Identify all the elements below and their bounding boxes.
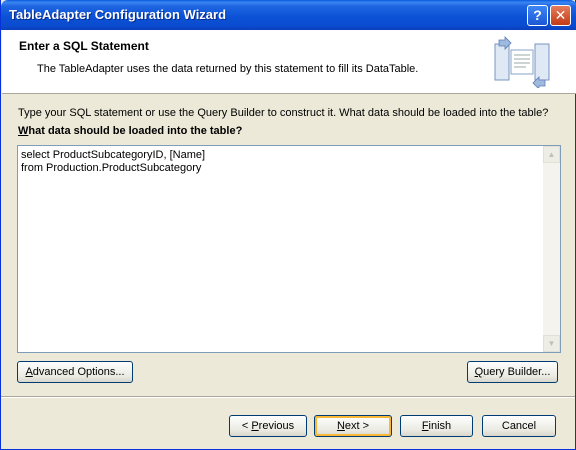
finish-label: inish [428, 420, 452, 432]
wizard-header: Enter a SQL Statement The TableAdapter u… [2, 30, 576, 94]
next-label: ext > [344, 420, 370, 432]
close-icon: ✕ [554, 7, 567, 23]
sql-prompt-accel: W [18, 125, 29, 137]
next-button[interactable]: Next > [314, 415, 392, 437]
window-title: TableAdapter Configuration Wizard [9, 7, 227, 22]
sql-statement-input[interactable]: select ProductSubcategoryID, [Name] from… [17, 145, 561, 353]
instruction-text: Type your SQL statement or use the Query… [18, 107, 549, 119]
close-button[interactable]: ✕ [550, 5, 571, 26]
finish-button[interactable]: Finish [400, 415, 473, 437]
previous-prefix: < [241, 420, 252, 432]
previous-accel: P [251, 420, 259, 432]
advanced-options-button[interactable]: Advanced Options... [17, 361, 133, 383]
sql-statement-text[interactable]: select ProductSubcategoryID, [Name] from… [21, 149, 540, 175]
sql-prompt-rest: hat data should be loaded into the table… [28, 125, 243, 137]
next-accel: N [336, 420, 345, 432]
advanced-options-label: dvanced Options... [32, 366, 125, 378]
vertical-scrollbar[interactable]: ▲ ▼ [543, 146, 560, 352]
page-title: Enter a SQL Statement [19, 39, 149, 53]
previous-button[interactable]: < Previous [229, 415, 307, 437]
advanced-options-accel: A [25, 366, 33, 378]
query-builder-accel: Q [474, 366, 484, 378]
cancel-button[interactable]: Cancel [482, 415, 556, 437]
wizard-database-icon [494, 36, 550, 88]
help-icon: ? [533, 7, 542, 23]
sql-prompt-label: What data should be loaded into the tabl… [18, 125, 242, 137]
scroll-down-arrow-icon[interactable]: ▼ [543, 335, 560, 352]
finish-accel: F [421, 420, 429, 432]
help-button[interactable]: ? [527, 5, 548, 26]
query-builder-label: uery Builder... [483, 366, 551, 378]
wizard-window: TableAdapter Configuration Wizard ? ✕ En… [0, 0, 576, 450]
title-bar[interactable]: TableAdapter Configuration Wizard ? ✕ [1, 0, 576, 30]
footer-separator [1, 396, 575, 398]
page-description: The TableAdapter uses the data returned … [37, 63, 419, 75]
previous-label: revious [258, 420, 295, 432]
query-builder-button[interactable]: Query Builder... [467, 361, 558, 383]
scroll-up-arrow-icon[interactable]: ▲ [543, 146, 560, 163]
